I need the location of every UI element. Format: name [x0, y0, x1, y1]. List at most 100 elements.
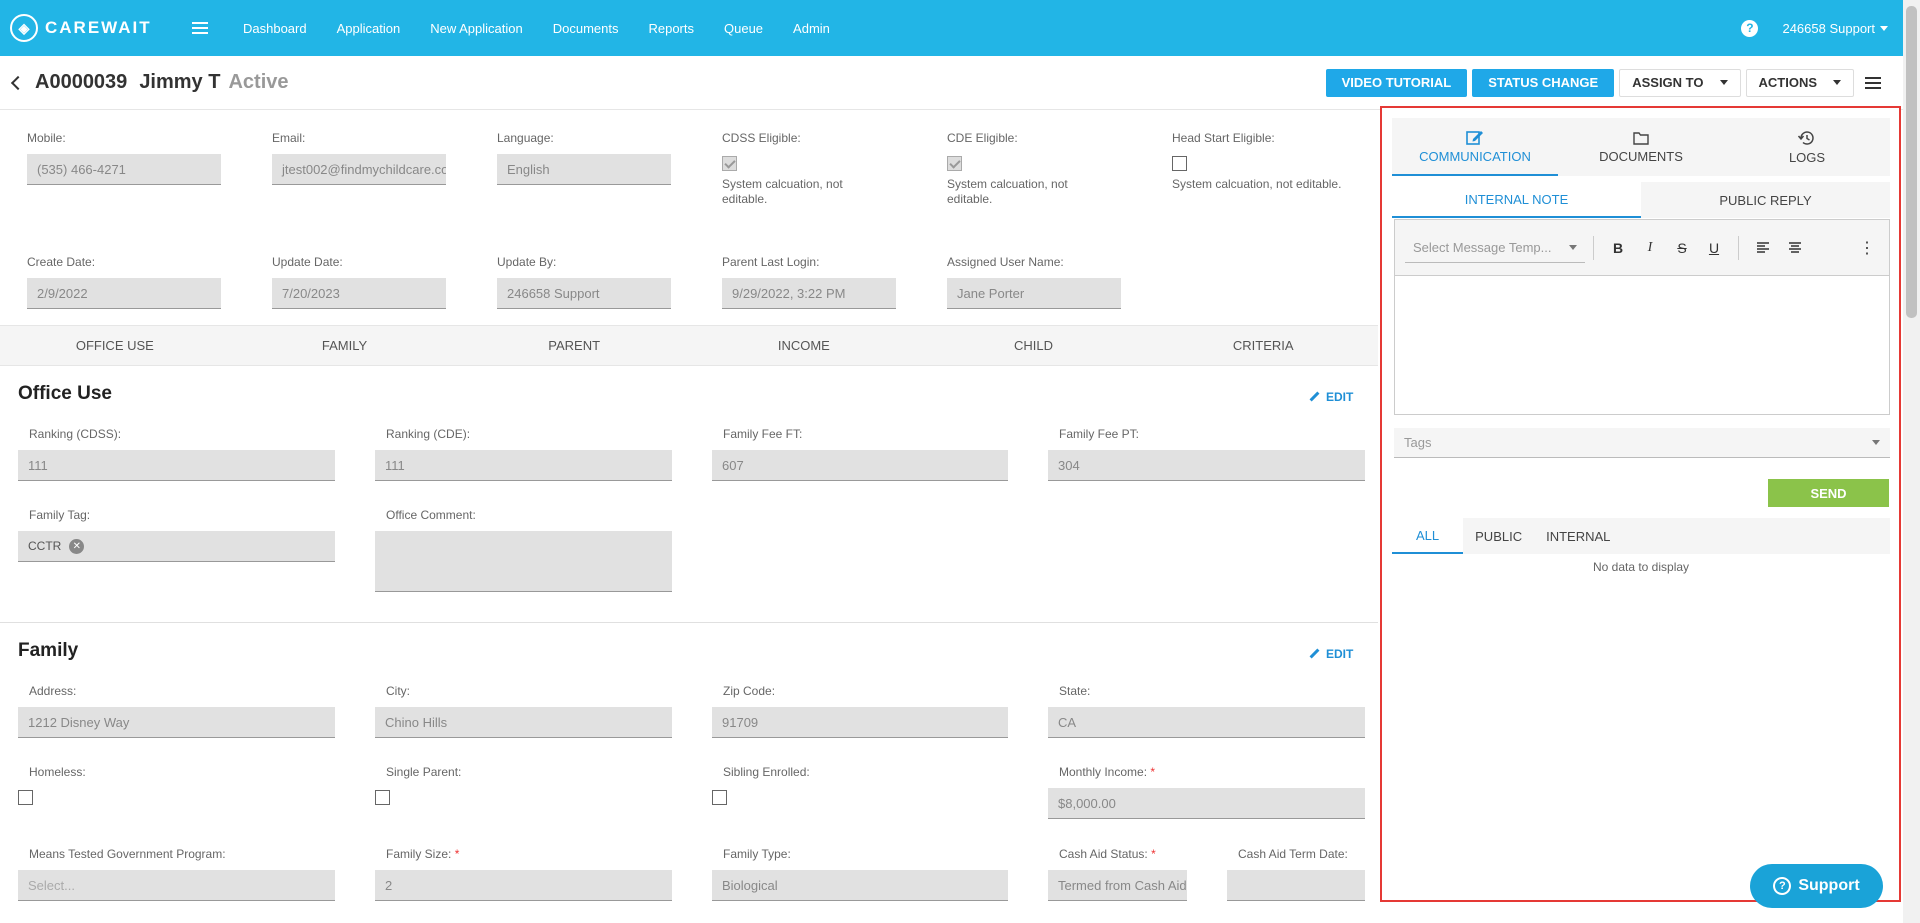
applicant-name: Jimmy T: [139, 71, 221, 93]
status-change-button[interactable]: STATUS CHANGE: [1472, 68, 1615, 97]
family-size-input[interactable]: 2: [375, 870, 672, 901]
message-body-input[interactable]: [1395, 276, 1889, 414]
nav-reports[interactable]: Reports: [648, 21, 694, 36]
assigned-user-input[interactable]: Jane Porter: [947, 278, 1121, 309]
family-type-input[interactable]: Biological: [712, 870, 1008, 901]
tab-communication[interactable]: COMMUNICATION: [1392, 118, 1558, 176]
video-tutorial-button[interactable]: VIDEO TUTORIAL: [1325, 68, 1468, 97]
means-tested-select[interactable]: Select...: [18, 870, 335, 901]
nav-documents[interactable]: Documents: [553, 21, 619, 36]
remove-chip-icon[interactable]: ✕: [69, 538, 85, 554]
city-input[interactable]: Chino Hills: [375, 707, 672, 738]
tab-office-use[interactable]: OFFICE USE: [0, 326, 230, 365]
family-tag-input[interactable]: CCTR ✕: [18, 531, 335, 562]
mobile-field: Mobile: (535) 466-4271: [27, 131, 221, 185]
filter-internal[interactable]: INTERNAL: [1534, 518, 1622, 554]
field-note: System calcuation, not editable.: [947, 177, 1068, 206]
section-tabs: OFFICE USE FAMILY PARENT INCOME CHILD CR…: [0, 325, 1378, 366]
bold-button[interactable]: B: [1602, 234, 1634, 262]
menu-toggle-icon[interactable]: [192, 22, 208, 34]
cde-eligible-checkbox[interactable]: [947, 156, 962, 171]
single-parent-field: Single Parent:: [375, 765, 672, 805]
tags-select[interactable]: Tags: [1394, 428, 1890, 458]
back-arrow-icon[interactable]: [10, 75, 26, 90]
assign-to-button[interactable]: ASSIGN TO: [1619, 68, 1741, 97]
monthly-income-input[interactable]: $8,000.00: [1048, 788, 1365, 819]
field-label: Language:: [497, 131, 554, 145]
office-comment-textarea[interactable]: [375, 531, 672, 592]
user-menu[interactable]: 246658 Support: [1782, 21, 1888, 36]
field-label: Monthly Income: *: [1059, 765, 1365, 779]
headstart-eligible-checkbox[interactable]: [1172, 156, 1187, 171]
update-by-input[interactable]: 246658 Support: [497, 278, 671, 309]
tab-parent[interactable]: PARENT: [459, 326, 689, 365]
family-fee-ft-input[interactable]: 607: [712, 450, 1008, 481]
family-fee-ft-field: Family Fee FT: 607: [712, 427, 1008, 481]
no-data-message: No data to display: [1592, 560, 1690, 574]
history-icon: [1797, 131, 1814, 145]
carewait-logo[interactable]: ◈ CAREWAIT: [10, 14, 175, 42]
family-tag-chip: CCTR ✕: [28, 538, 85, 554]
address-input[interactable]: 1212 Disney Way: [18, 707, 335, 738]
update-by-field: Update By: 246658 Support: [497, 255, 671, 309]
tab-public-reply[interactable]: PUBLIC REPLY: [1641, 182, 1890, 218]
mobile-input[interactable]: (535) 466-4271: [27, 154, 221, 185]
message-template-select[interactable]: Select Message Temp...: [1405, 233, 1585, 263]
help-icon[interactable]: ?: [1741, 19, 1759, 37]
sibling-enrolled-checkbox[interactable]: [712, 790, 727, 805]
filter-all[interactable]: ALL: [1392, 518, 1464, 554]
tab-logs[interactable]: LOGS: [1724, 118, 1890, 176]
underline-button[interactable]: U: [1698, 234, 1730, 262]
ranking-cde-input[interactable]: 111: [375, 450, 672, 481]
tab-label: COMMUNICATION: [1419, 149, 1531, 164]
actions-button[interactable]: ACTIONS: [1745, 68, 1854, 97]
sibling-enrolled-field: Sibling Enrolled:: [712, 765, 1008, 805]
zip-code-input[interactable]: 91709: [712, 707, 1008, 738]
family-fee-pt-input[interactable]: 304: [1048, 450, 1365, 481]
field-label: Zip Code:: [723, 684, 776, 698]
nav-new-application[interactable]: New Application: [430, 21, 523, 36]
family-edit-button[interactable]: EDIT: [1310, 647, 1353, 661]
email-input[interactable]: jtest002@findmychildcare.com: [272, 154, 446, 185]
create-date-input[interactable]: 2/9/2022: [27, 278, 221, 309]
field-label: Ranking (CDE):: [386, 427, 471, 441]
cash-aid-term-date-input[interactable]: [1227, 870, 1365, 901]
italic-button[interactable]: I: [1634, 234, 1666, 262]
single-parent-checkbox[interactable]: [375, 790, 390, 805]
menu-icon[interactable]: [1865, 76, 1881, 89]
send-button[interactable]: SEND: [1768, 479, 1889, 507]
tab-documents[interactable]: DOCUMENTS: [1558, 118, 1724, 176]
align-left-button[interactable]: [1747, 234, 1779, 262]
ranking-cdss-input[interactable]: 111: [18, 450, 335, 481]
cdss-eligible-checkbox[interactable]: [722, 156, 737, 171]
nav-queue[interactable]: Queue: [724, 21, 763, 36]
tab-family[interactable]: FAMILY: [230, 326, 460, 365]
nav-application[interactable]: Application: [337, 21, 401, 36]
chip-label: CCTR: [28, 539, 62, 553]
cash-aid-status-select[interactable]: Termed from Cash Aid: [1048, 870, 1187, 901]
state-input[interactable]: CA: [1048, 707, 1365, 738]
application-header: A0000039 Jimmy T Active VIDEO TUTORIAL S…: [0, 56, 1903, 110]
support-button[interactable]: ? Support: [1750, 864, 1883, 908]
align-center-button[interactable]: [1779, 234, 1811, 262]
vertical-scrollbar[interactable]: [1903, 0, 1920, 923]
language-input[interactable]: English: [497, 154, 671, 185]
tab-criteria[interactable]: CRITERIA: [1148, 326, 1378, 365]
office-use-edit-button[interactable]: EDIT: [1310, 390, 1353, 404]
more-options-icon[interactable]: ⋮: [1859, 238, 1875, 258]
tab-label: LOGS: [1788, 150, 1826, 165]
scrollbar-thumb[interactable]: [1906, 6, 1917, 318]
tab-income[interactable]: INCOME: [689, 326, 919, 365]
update-date-input[interactable]: 7/20/2023: [272, 278, 446, 309]
align-left-icon: [1757, 241, 1769, 253]
homeless-checkbox[interactable]: [18, 790, 33, 805]
filter-public[interactable]: PUBLIC: [1463, 518, 1534, 554]
nav-admin[interactable]: Admin: [793, 21, 830, 36]
tab-internal-note[interactable]: INTERNAL NOTE: [1392, 182, 1641, 218]
strikethrough-button[interactable]: S: [1666, 234, 1698, 262]
tab-child[interactable]: CHILD: [919, 326, 1149, 365]
cdss-eligible-field: CDSS Eligible: System calcuation, not ed…: [722, 131, 882, 207]
nav-dashboard[interactable]: Dashboard: [243, 21, 307, 36]
field-label: Cash Aid Status: *: [1059, 847, 1187, 861]
parent-last-login-input[interactable]: 9/29/2022, 3:22 PM: [722, 278, 896, 309]
